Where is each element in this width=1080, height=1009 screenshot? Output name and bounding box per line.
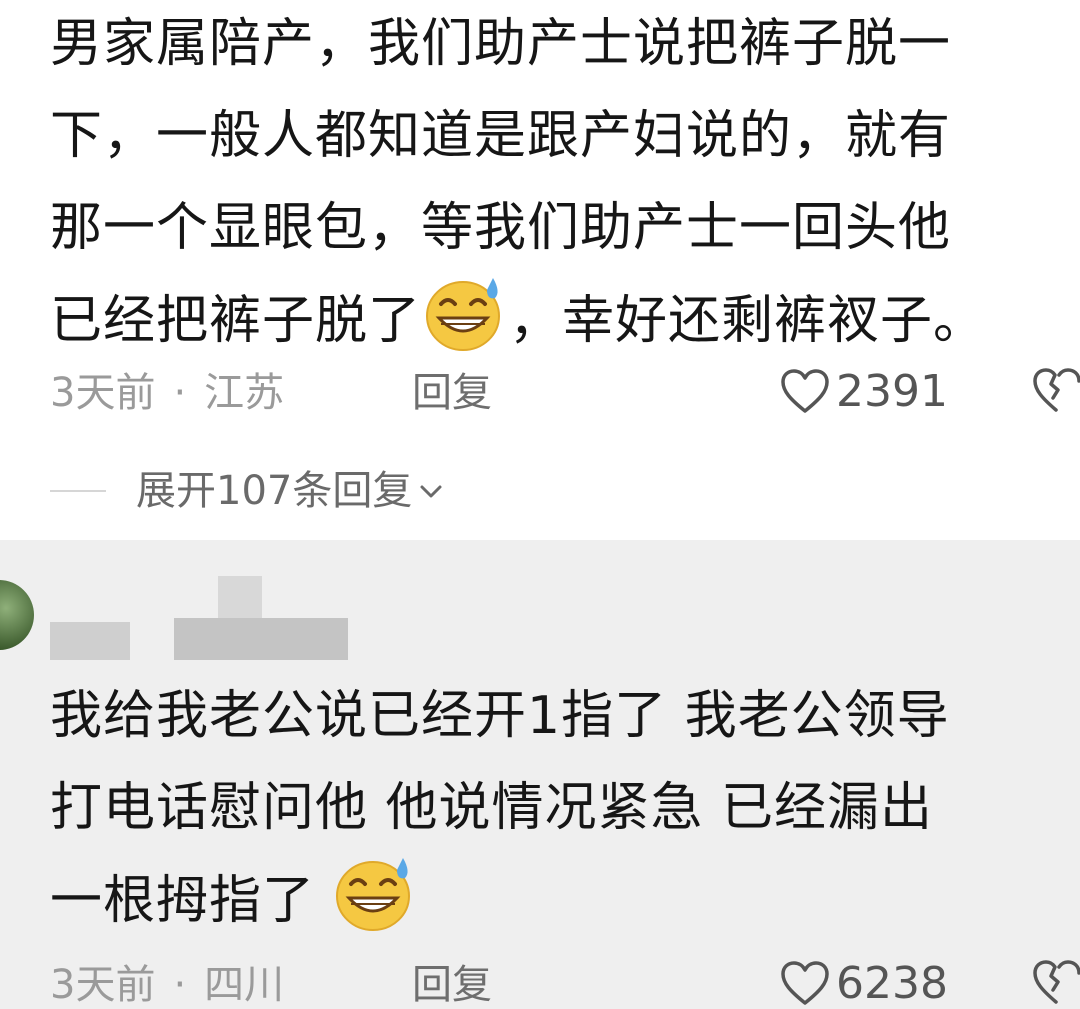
meta-separator: · xyxy=(173,370,187,416)
sweat-smile-emoji-icon xyxy=(423,274,507,381)
comment-time: 3天前 xyxy=(50,370,156,416)
comment-line: 那一个显眼包，等我们助产士一回头他 xyxy=(50,198,952,258)
comment-line: 我给我老公说已经开1指了 我老公领导 xyxy=(50,686,950,746)
broken-heart-icon[interactable] xyxy=(1032,960,1080,1006)
blurred-username xyxy=(174,618,348,660)
broken-heart-icon[interactable] xyxy=(1032,368,1080,414)
comment-location: 江苏 xyxy=(204,370,285,416)
heart-outline-icon xyxy=(781,961,829,1005)
heart-outline-icon xyxy=(781,369,829,413)
comment-line-part: ，幸好还剩裤衩子。 xyxy=(509,291,987,351)
comment-line: 男家属陪产，我们助产士说把裤子脱一 xyxy=(50,14,952,74)
like-count: 2391 xyxy=(836,366,948,417)
chevron-down-icon xyxy=(420,485,442,498)
blurred-username xyxy=(218,576,262,618)
comment-meta: 3天前 · 江苏 xyxy=(50,368,284,418)
comment-line: 一根拇指了 xyxy=(50,854,1060,961)
avatar[interactable] xyxy=(0,580,34,650)
comment-line-part: 已经把裤子脱了 xyxy=(50,291,422,351)
comment-time: 3天前 xyxy=(50,962,156,1008)
comment-line: 打电话慰问他 他说情况紧急 已经漏出 xyxy=(50,778,934,838)
reply-button[interactable]: 回复 xyxy=(412,368,492,418)
like-count: 6238 xyxy=(836,958,948,1009)
comment-card-2: 我给我老公说已经开1指了 我老公领导 打电话慰问他 他说情况紧急 已经漏出 一根… xyxy=(0,540,1080,1009)
like-button[interactable]: 6238 xyxy=(780,959,948,1009)
comment-line-part: 一根拇指了 xyxy=(50,871,316,931)
sweat-smile-emoji-icon xyxy=(333,854,417,961)
like-button[interactable]: 2391 xyxy=(780,367,948,417)
reply-button[interactable]: 回复 xyxy=(412,960,492,1009)
expand-replies-button[interactable]: 展开107条回复 xyxy=(50,466,444,516)
comment-line: 已经把裤子脱了 ，幸好还剩裤衩子。 xyxy=(50,274,1070,381)
meta-separator: · xyxy=(173,962,187,1008)
expand-replies-label: 展开107条回复 xyxy=(136,468,413,514)
blurred-username xyxy=(50,622,130,660)
comment-location: 四川 xyxy=(204,962,285,1008)
comment-meta: 3天前 · 四川 xyxy=(50,960,284,1009)
comment-text: 我给我老公说已经开1指了 我老公领导 打电话慰问他 他说情况紧急 已经漏出 一根… xyxy=(50,670,1060,961)
comment-card-1: 男家属陪产，我们助产士说把裤子脱一 下，一般人都知道是跟产妇说的，就有 那一个显… xyxy=(0,0,1080,540)
comment-line: 下，一般人都知道是跟产妇说的，就有 xyxy=(50,106,952,166)
divider xyxy=(50,490,106,492)
comment-text: 男家属陪产，我们助产士说把裤子脱一 下，一般人都知道是跟产妇说的，就有 那一个显… xyxy=(50,0,1070,381)
